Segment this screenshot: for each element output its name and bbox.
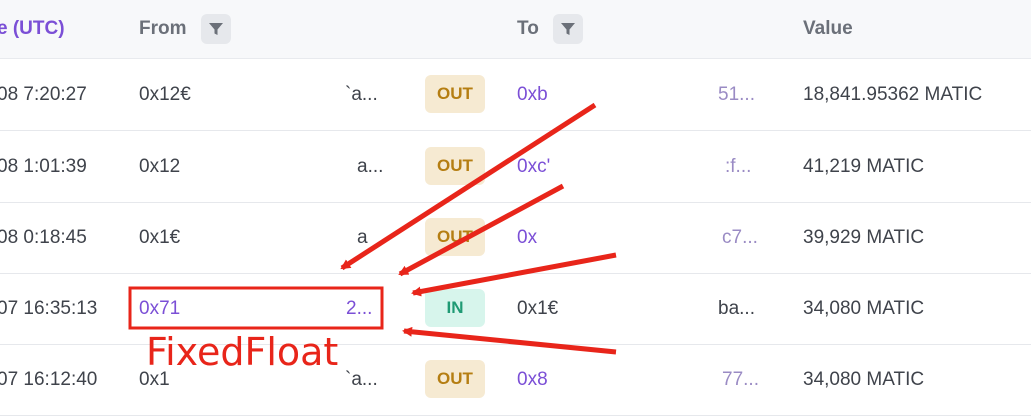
arrow xyxy=(411,252,617,297)
arrow xyxy=(402,326,617,355)
fixedfloat-label: FixedFloat xyxy=(146,330,339,374)
arrow xyxy=(398,183,565,277)
highlight-box xyxy=(128,286,384,330)
